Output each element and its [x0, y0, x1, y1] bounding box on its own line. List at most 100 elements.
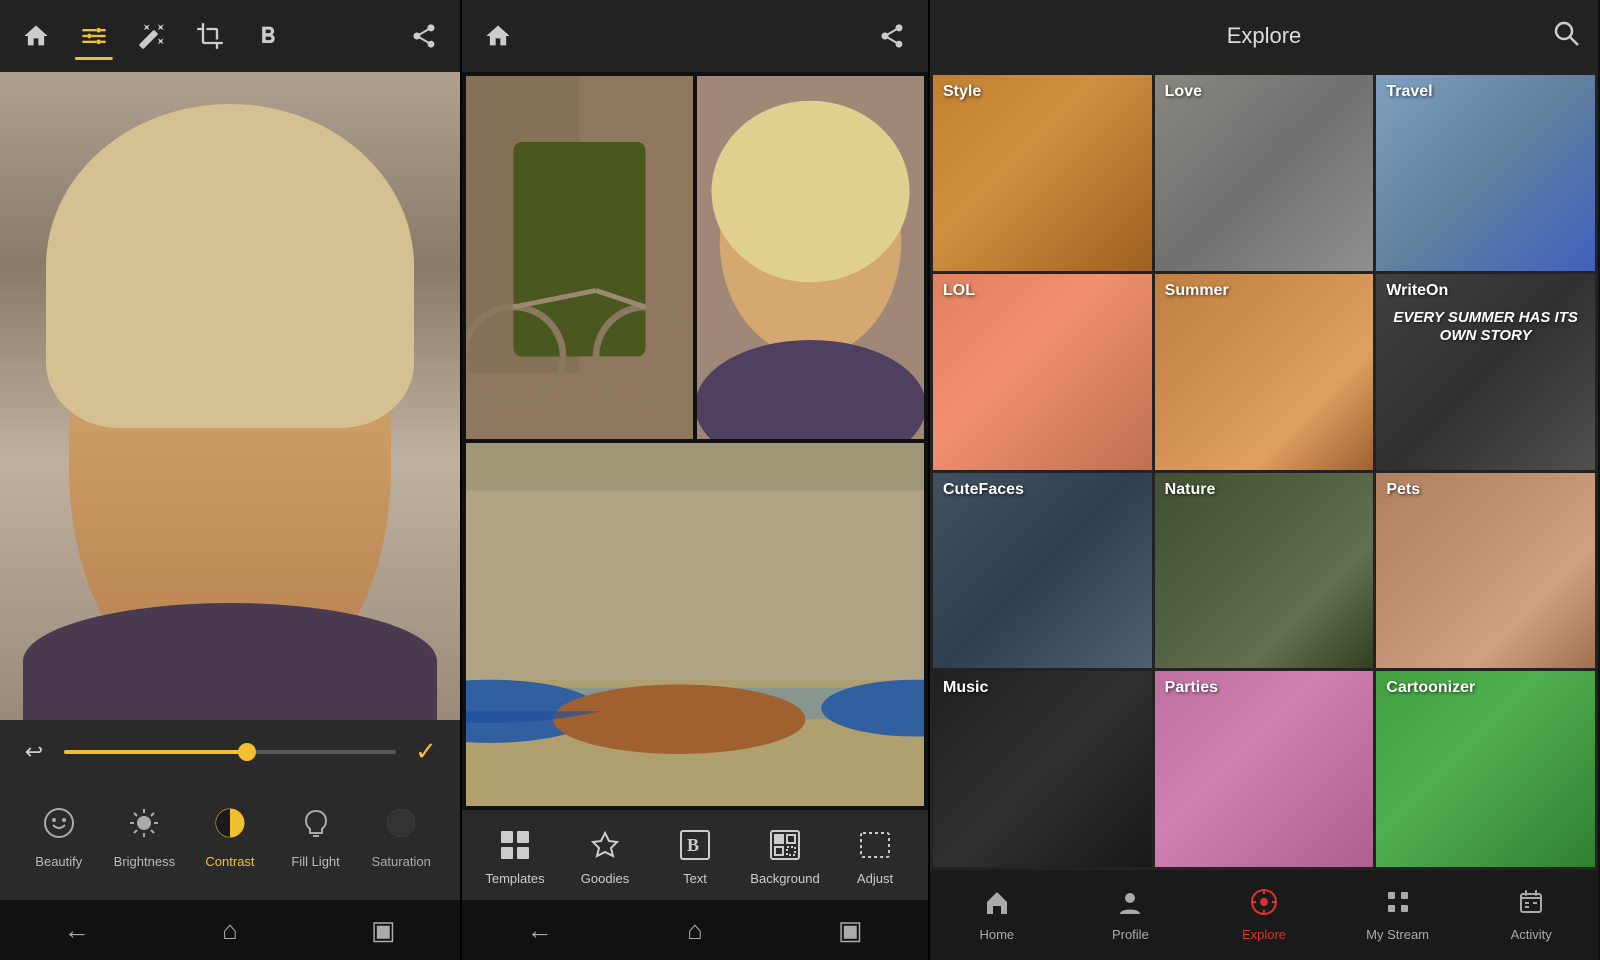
nature-label: Nature — [1165, 481, 1216, 499]
bold-button[interactable] — [244, 12, 292, 60]
search-button[interactable] — [1552, 19, 1580, 54]
left-toolbar — [0, 0, 460, 72]
love-label: Love — [1165, 83, 1202, 101]
cutefaces-label: CuteFaces — [943, 481, 1024, 499]
mid-share-button[interactable] — [868, 12, 916, 60]
collage-cell-boats[interactable] — [466, 443, 924, 806]
nav-explore[interactable]: Explore — [1214, 888, 1314, 942]
mid-back-button[interactable]: ← — [500, 905, 580, 955]
background-tool[interactable]: Background — [745, 825, 825, 886]
recents-button[interactable]: ▣ — [343, 905, 423, 955]
crop-button[interactable] — [186, 12, 234, 60]
brightness-slider[interactable] — [64, 750, 396, 754]
collage-cell-portrait[interactable] — [697, 76, 924, 439]
category-cartoonizer[interactable]: Cartoonizer — [1376, 671, 1595, 867]
goodies-tool[interactable]: Goodies — [565, 825, 645, 886]
left-bottom-nav: ← ⌂ ▣ — [0, 900, 460, 960]
nav-activity[interactable]: Activity — [1481, 888, 1581, 942]
music-label: Music — [943, 679, 988, 697]
nav-mystream[interactable]: My Stream — [1348, 888, 1448, 942]
mid-home-button[interactable] — [474, 12, 522, 60]
share-button[interactable] — [400, 12, 448, 60]
collage-area[interactable] — [462, 72, 928, 810]
left-photo-area — [0, 72, 460, 720]
mid-tools-row: Templates Goodies B Text Background Adju… — [462, 810, 928, 900]
slider-thumb[interactable] — [238, 743, 256, 761]
nav-home-label: Home — [979, 927, 1014, 942]
nav-home[interactable]: Home — [947, 888, 1047, 942]
collage-cell-bike[interactable] — [466, 76, 693, 439]
contrast-icon — [205, 798, 255, 848]
left-panel: ↩ ✓ Beautify Brightness — [0, 0, 460, 960]
category-style[interactable]: Style — [933, 75, 1152, 271]
category-music[interactable]: Music — [933, 671, 1152, 867]
explore-title: Explore — [1227, 23, 1302, 49]
travel-label: Travel — [1386, 83, 1432, 101]
background-icon — [765, 825, 805, 865]
category-travel[interactable]: Travel — [1376, 75, 1595, 271]
portrait-background — [0, 72, 460, 720]
mid-toolbar — [462, 0, 928, 72]
mid-panel: Templates Goodies B Text Background Adju… — [460, 0, 930, 960]
text-icon: B — [675, 825, 715, 865]
back-button[interactable]: ← — [37, 905, 117, 955]
contrast-label: Contrast — [205, 854, 254, 869]
adjust-tool[interactable]: Adjust — [835, 825, 915, 886]
slider-row: ↩ ✓ — [16, 728, 444, 775]
magic-button[interactable] — [128, 12, 176, 60]
category-nature[interactable]: Nature — [1155, 473, 1374, 669]
filllight-label: Fill Light — [291, 854, 339, 869]
beautify-label: Beautify — [35, 854, 82, 869]
templates-tool[interactable]: Templates — [475, 825, 555, 886]
confirm-button[interactable]: ✓ — [408, 736, 444, 767]
brightness-icon — [119, 798, 169, 848]
writeon-label: WriteOn — [1386, 282, 1448, 300]
lol-label: LOL — [943, 282, 975, 300]
shadow-icon — [376, 798, 426, 848]
contrast-tool[interactable]: Contrast — [187, 794, 273, 873]
category-summer[interactable]: Summer — [1155, 274, 1374, 470]
brightness-tool[interactable]: Brightness — [102, 794, 188, 873]
beautify-tool[interactable]: Beautify — [16, 794, 102, 873]
text-tool[interactable]: B Text — [655, 825, 735, 886]
writeon-subtext: EVERY SUMMER HAS ITS OWN STORY — [1387, 309, 1584, 345]
home-button[interactable] — [12, 12, 60, 60]
right-panel: Explore Style Love Travel LOL Summer Wri… — [930, 0, 1598, 960]
adjust-icon — [855, 825, 895, 865]
category-love[interactable]: Love — [1155, 75, 1374, 271]
mid-recents-button[interactable]: ▣ — [810, 905, 890, 955]
filllight-icon — [291, 798, 341, 848]
templates-label: Templates — [485, 871, 544, 886]
boats-photo — [466, 443, 924, 806]
category-writeon[interactable]: WriteOn EVERY SUMMER HAS ITS OWN STORY — [1376, 274, 1595, 470]
svg-text:B: B — [687, 835, 699, 855]
mid-bottom-nav: ← ⌂ ▣ — [462, 900, 928, 960]
style-label: Style — [943, 83, 981, 101]
adjust-label: Adjust — [857, 871, 893, 886]
home-nav-button[interactable]: ⌂ — [190, 905, 270, 955]
nav-profile-icon — [1116, 888, 1144, 923]
nav-profile-label: Profile — [1112, 927, 1149, 942]
category-pets[interactable]: Pets — [1376, 473, 1595, 669]
explore-grid: Style Love Travel LOL Summer WriteOn EVE… — [930, 72, 1598, 870]
girl-photo — [697, 76, 924, 439]
beautify-icon — [34, 798, 84, 848]
portrait-hair — [46, 104, 414, 428]
right-bottom-nav: Home Profile Explore My Stream Activity — [930, 870, 1598, 960]
mid-home-nav-button[interactable]: ⌂ — [655, 905, 735, 955]
text-label: Text — [683, 871, 707, 886]
nav-activity-label: Activity — [1511, 927, 1552, 942]
filllight-tool[interactable]: Fill Light — [273, 794, 359, 873]
category-cutefaces[interactable]: CuteFaces — [933, 473, 1152, 669]
background-label: Background — [750, 871, 819, 886]
adjust-button[interactable] — [70, 12, 118, 60]
parties-label: Parties — [1165, 679, 1218, 697]
shadow-label: Saturation — [372, 854, 431, 869]
slider-fill — [64, 750, 247, 754]
undo-button[interactable]: ↩ — [16, 739, 52, 765]
nav-profile[interactable]: Profile — [1080, 888, 1180, 942]
category-lol[interactable]: LOL — [933, 274, 1152, 470]
shadow-tool[interactable]: Saturation — [358, 794, 444, 873]
adjustment-area: ↩ ✓ Beautify Brightness — [0, 720, 460, 900]
category-parties[interactable]: Parties — [1155, 671, 1374, 867]
